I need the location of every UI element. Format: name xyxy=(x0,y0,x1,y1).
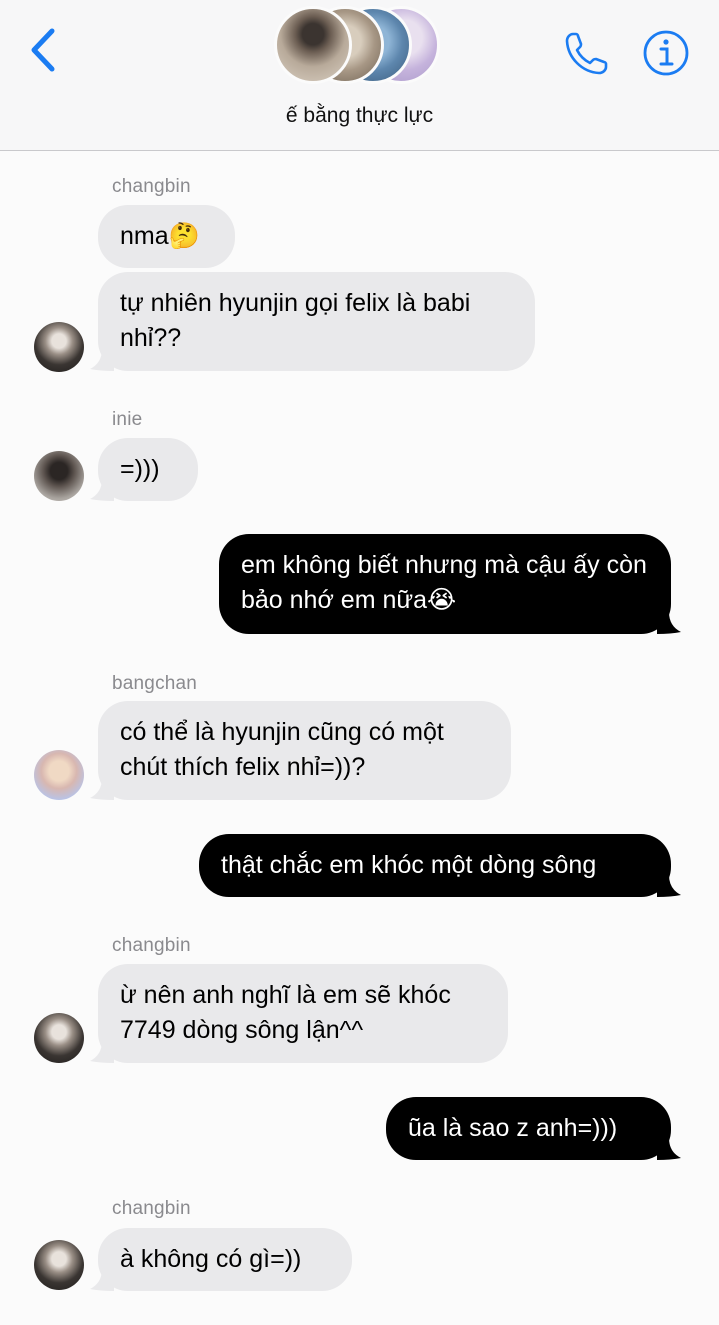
bubble-tail xyxy=(90,778,114,800)
info-icon xyxy=(643,30,689,76)
avatar xyxy=(274,6,352,84)
sender-name: bangchan xyxy=(112,673,198,694)
info-button[interactable] xyxy=(641,28,691,78)
group-avatars[interactable] xyxy=(274,6,454,88)
incoming-message[interactable]: à không có gì=)) xyxy=(98,1228,352,1291)
bubble-tail xyxy=(657,612,681,634)
message-text: à không có gì=)) xyxy=(120,1245,302,1273)
sender-name: changbin xyxy=(112,1198,191,1219)
sender-name: inie xyxy=(112,409,143,430)
message-text: nma🤔 xyxy=(120,222,200,250)
back-button[interactable] xyxy=(26,26,62,74)
message-text: ừ nên anh nghĩ là em sẽ khóc 7749 dòng s… xyxy=(120,981,451,1044)
outgoing-message[interactable]: ũa là sao z anh=))) xyxy=(386,1097,671,1160)
bubble-tail xyxy=(90,479,114,501)
outgoing-message[interactable]: thật chắc em khóc một dòng sông xyxy=(199,834,671,897)
phone-icon xyxy=(565,32,608,75)
avatar[interactable] xyxy=(34,1013,84,1063)
message-text: tự nhiên hyunjin gọi felix là babi nhỉ?? xyxy=(120,289,471,352)
message-text: ũa là sao z anh=))) xyxy=(408,1114,618,1142)
message-text: =))) xyxy=(120,455,160,483)
conversation-header: ế bằng thực lực xyxy=(0,0,719,151)
bubble-tail xyxy=(90,349,114,371)
message-text: em không biết nhưng mà cậu ấy còn bảo nh… xyxy=(241,551,647,614)
bubble-tail xyxy=(657,875,681,897)
avatar[interactable] xyxy=(34,451,84,501)
incoming-message[interactable]: có thể là hyunjin cũng có một chút thích… xyxy=(98,701,511,800)
bubble-tail xyxy=(657,1138,681,1160)
sender-name: changbin xyxy=(112,176,191,197)
sender-name: changbin xyxy=(112,935,191,956)
bubble-tail xyxy=(90,1041,114,1063)
incoming-message[interactable]: ừ nên anh nghĩ là em sẽ khóc 7749 dòng s… xyxy=(98,964,508,1063)
incoming-message[interactable]: nma🤔 xyxy=(98,205,235,268)
avatar[interactable] xyxy=(34,322,84,372)
bubble-tail xyxy=(90,1269,114,1291)
chevron-left-icon xyxy=(31,28,55,72)
group-name[interactable]: ế bằng thực lực xyxy=(0,104,719,128)
message-text: thật chắc em khóc một dòng sông xyxy=(221,851,597,879)
avatar[interactable] xyxy=(34,750,84,800)
incoming-message[interactable]: tự nhiên hyunjin gọi felix là babi nhỉ?? xyxy=(98,272,535,371)
call-button[interactable] xyxy=(562,28,612,78)
message-text: có thể là hyunjin cũng có một chút thích… xyxy=(120,718,444,781)
avatar[interactable] xyxy=(34,1240,84,1290)
outgoing-message[interactable]: em không biết nhưng mà cậu ấy còn bảo nh… xyxy=(219,534,671,634)
